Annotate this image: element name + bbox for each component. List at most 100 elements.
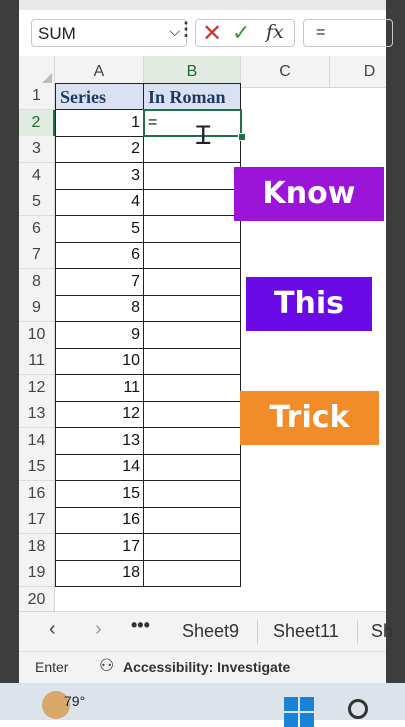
- roman-cell[interactable]: [144, 533, 241, 561]
- series-cell[interactable]: 11: [55, 374, 144, 402]
- series-cell[interactable]: 14: [55, 454, 144, 481]
- row-header-10[interactable]: 10: [19, 321, 55, 349]
- roman-cell[interactable]: [144, 295, 241, 322]
- text-cursor-icon: Ɪ: [196, 121, 211, 151]
- row-header-12[interactable]: 12: [19, 374, 55, 402]
- status-bar: Enter ⚇ Accessibility: Investigate: [19, 651, 386, 683]
- header-in-roman[interactable]: In Roman: [144, 83, 241, 110]
- roman-cell[interactable]: [144, 454, 241, 481]
- ribbon-edge: [19, 0, 386, 10]
- accessibility-icon[interactable]: ⚇: [99, 656, 114, 676]
- formula-actions: ✕ ✓ fx: [195, 19, 295, 47]
- formula-bar: SUM ⌵ ⋮ ✕ ✓ fx =: [19, 10, 393, 56]
- roman-cell[interactable]: [144, 136, 241, 163]
- column-header-d[interactable]: D: [330, 56, 386, 88]
- formula-input[interactable]: =: [303, 19, 393, 47]
- roman-cell[interactable]: [144, 189, 241, 216]
- row-header-5[interactable]: 5: [19, 189, 55, 216]
- roman-cell[interactable]: [144, 162, 241, 190]
- more-sheets-icon[interactable]: •••: [131, 615, 150, 636]
- roman-cell[interactable]: [144, 560, 241, 587]
- header-series[interactable]: Series: [55, 83, 144, 110]
- more-options-icon[interactable]: ⋮: [177, 20, 195, 38]
- tab-divider: [357, 620, 358, 644]
- row-header-2[interactable]: 2: [19, 109, 55, 137]
- windows-logo-tile: [284, 713, 298, 727]
- column-header-c[interactable]: C: [241, 56, 330, 88]
- taskbar-search-icon[interactable]: [348, 699, 368, 719]
- accessibility-status[interactable]: Accessibility: Investigate: [123, 659, 290, 675]
- worksheet-grid: A B C D 1 2 3 4 5 6 7 8 9 10 11 12 13 14 15 16 17 18 19 20 …: [19, 56, 386, 611]
- roman-cell[interactable]: [144, 507, 241, 534]
- series-cell[interactable]: 16: [55, 507, 144, 534]
- row-header-13[interactable]: 13: [19, 401, 55, 428]
- row-header-4[interactable]: 4: [19, 162, 55, 190]
- roman-cell[interactable]: [144, 268, 241, 296]
- overlay-this: This: [246, 277, 372, 331]
- roman-cell[interactable]: [144, 374, 241, 402]
- overlay-know: Know: [234, 167, 384, 221]
- series-cell[interactable]: 8: [55, 295, 144, 322]
- enter-icon[interactable]: ✓: [232, 20, 250, 46]
- name-box-value: SUM: [38, 24, 76, 43]
- active-cell-b2[interactable]: =: [143, 109, 242, 137]
- series-cell[interactable]: 18: [55, 560, 144, 587]
- roman-cell[interactable]: [144, 321, 241, 349]
- tab-sheet9[interactable]: Sheet9: [182, 621, 239, 642]
- active-cell-value: =: [148, 114, 158, 131]
- fill-handle[interactable]: [238, 133, 246, 141]
- row-header-17[interactable]: 17: [19, 507, 55, 534]
- row-header-16[interactable]: 16: [19, 480, 55, 508]
- series-cell[interactable]: 2: [55, 136, 144, 163]
- status-mode: Enter: [35, 659, 69, 675]
- row-header-11[interactable]: 11: [19, 348, 55, 375]
- taskbar: 79°: [0, 683, 405, 727]
- series-cell[interactable]: 4: [55, 189, 144, 216]
- prev-sheet-icon[interactable]: ‹: [49, 618, 56, 641]
- tab-sheet-partial[interactable]: Sh: [371, 621, 393, 642]
- tab-divider: [257, 620, 258, 644]
- windows-logo-tile: [300, 713, 314, 727]
- insert-function-icon[interactable]: fx: [266, 21, 284, 43]
- series-cell[interactable]: 1: [55, 109, 144, 137]
- name-box[interactable]: SUM ⌵: [31, 19, 187, 47]
- series-cell[interactable]: 13: [55, 427, 144, 455]
- series-cell[interactable]: 15: [55, 480, 144, 508]
- roman-cell[interactable]: [144, 401, 241, 428]
- sheet-tab-bar: ‹ › ••• Sheet9 Sheet11 Sh: [19, 611, 393, 651]
- roman-cell[interactable]: [144, 427, 241, 455]
- series-cell[interactable]: 17: [55, 533, 144, 561]
- windows-logo-tile: [284, 697, 298, 711]
- series-cell[interactable]: 9: [55, 321, 144, 349]
- row-header-8[interactable]: 8: [19, 268, 55, 296]
- roman-cell[interactable]: [144, 348, 241, 375]
- series-cell[interactable]: 6: [55, 242, 144, 269]
- window-frame-right: [386, 0, 405, 690]
- row-header-7[interactable]: 7: [19, 242, 55, 269]
- roman-cell[interactable]: [144, 215, 241, 243]
- row-header-15[interactable]: 15: [19, 454, 55, 481]
- roman-cell[interactable]: [144, 480, 241, 508]
- roman-cell[interactable]: [144, 242, 241, 269]
- row-header-14[interactable]: 14: [19, 427, 55, 455]
- row-header-18[interactable]: 18: [19, 533, 55, 561]
- window-frame-left: [0, 0, 19, 690]
- cancel-icon[interactable]: ✕: [202, 19, 222, 48]
- series-cell[interactable]: 5: [55, 215, 144, 243]
- row-header-3[interactable]: 3: [19, 136, 55, 163]
- series-cell[interactable]: 10: [55, 348, 144, 375]
- row-header-19[interactable]: 19: [19, 560, 55, 587]
- series-cell[interactable]: 12: [55, 401, 144, 428]
- next-sheet-icon[interactable]: ›: [95, 618, 102, 641]
- overlay-trick: Trick: [240, 391, 379, 445]
- tab-sheet11[interactable]: Sheet11: [273, 621, 339, 642]
- row-header-1[interactable]: 1: [19, 83, 55, 110]
- formula-text: =: [316, 24, 326, 41]
- series-cell[interactable]: 7: [55, 268, 144, 296]
- row-header-9[interactable]: 9: [19, 295, 55, 322]
- weather-temperature[interactable]: 79°: [64, 693, 85, 709]
- row-header-6[interactable]: 6: [19, 215, 55, 243]
- series-cell[interactable]: 3: [55, 162, 144, 190]
- windows-start-icon[interactable]: [284, 697, 314, 727]
- row-header-20[interactable]: 20: [19, 586, 55, 611]
